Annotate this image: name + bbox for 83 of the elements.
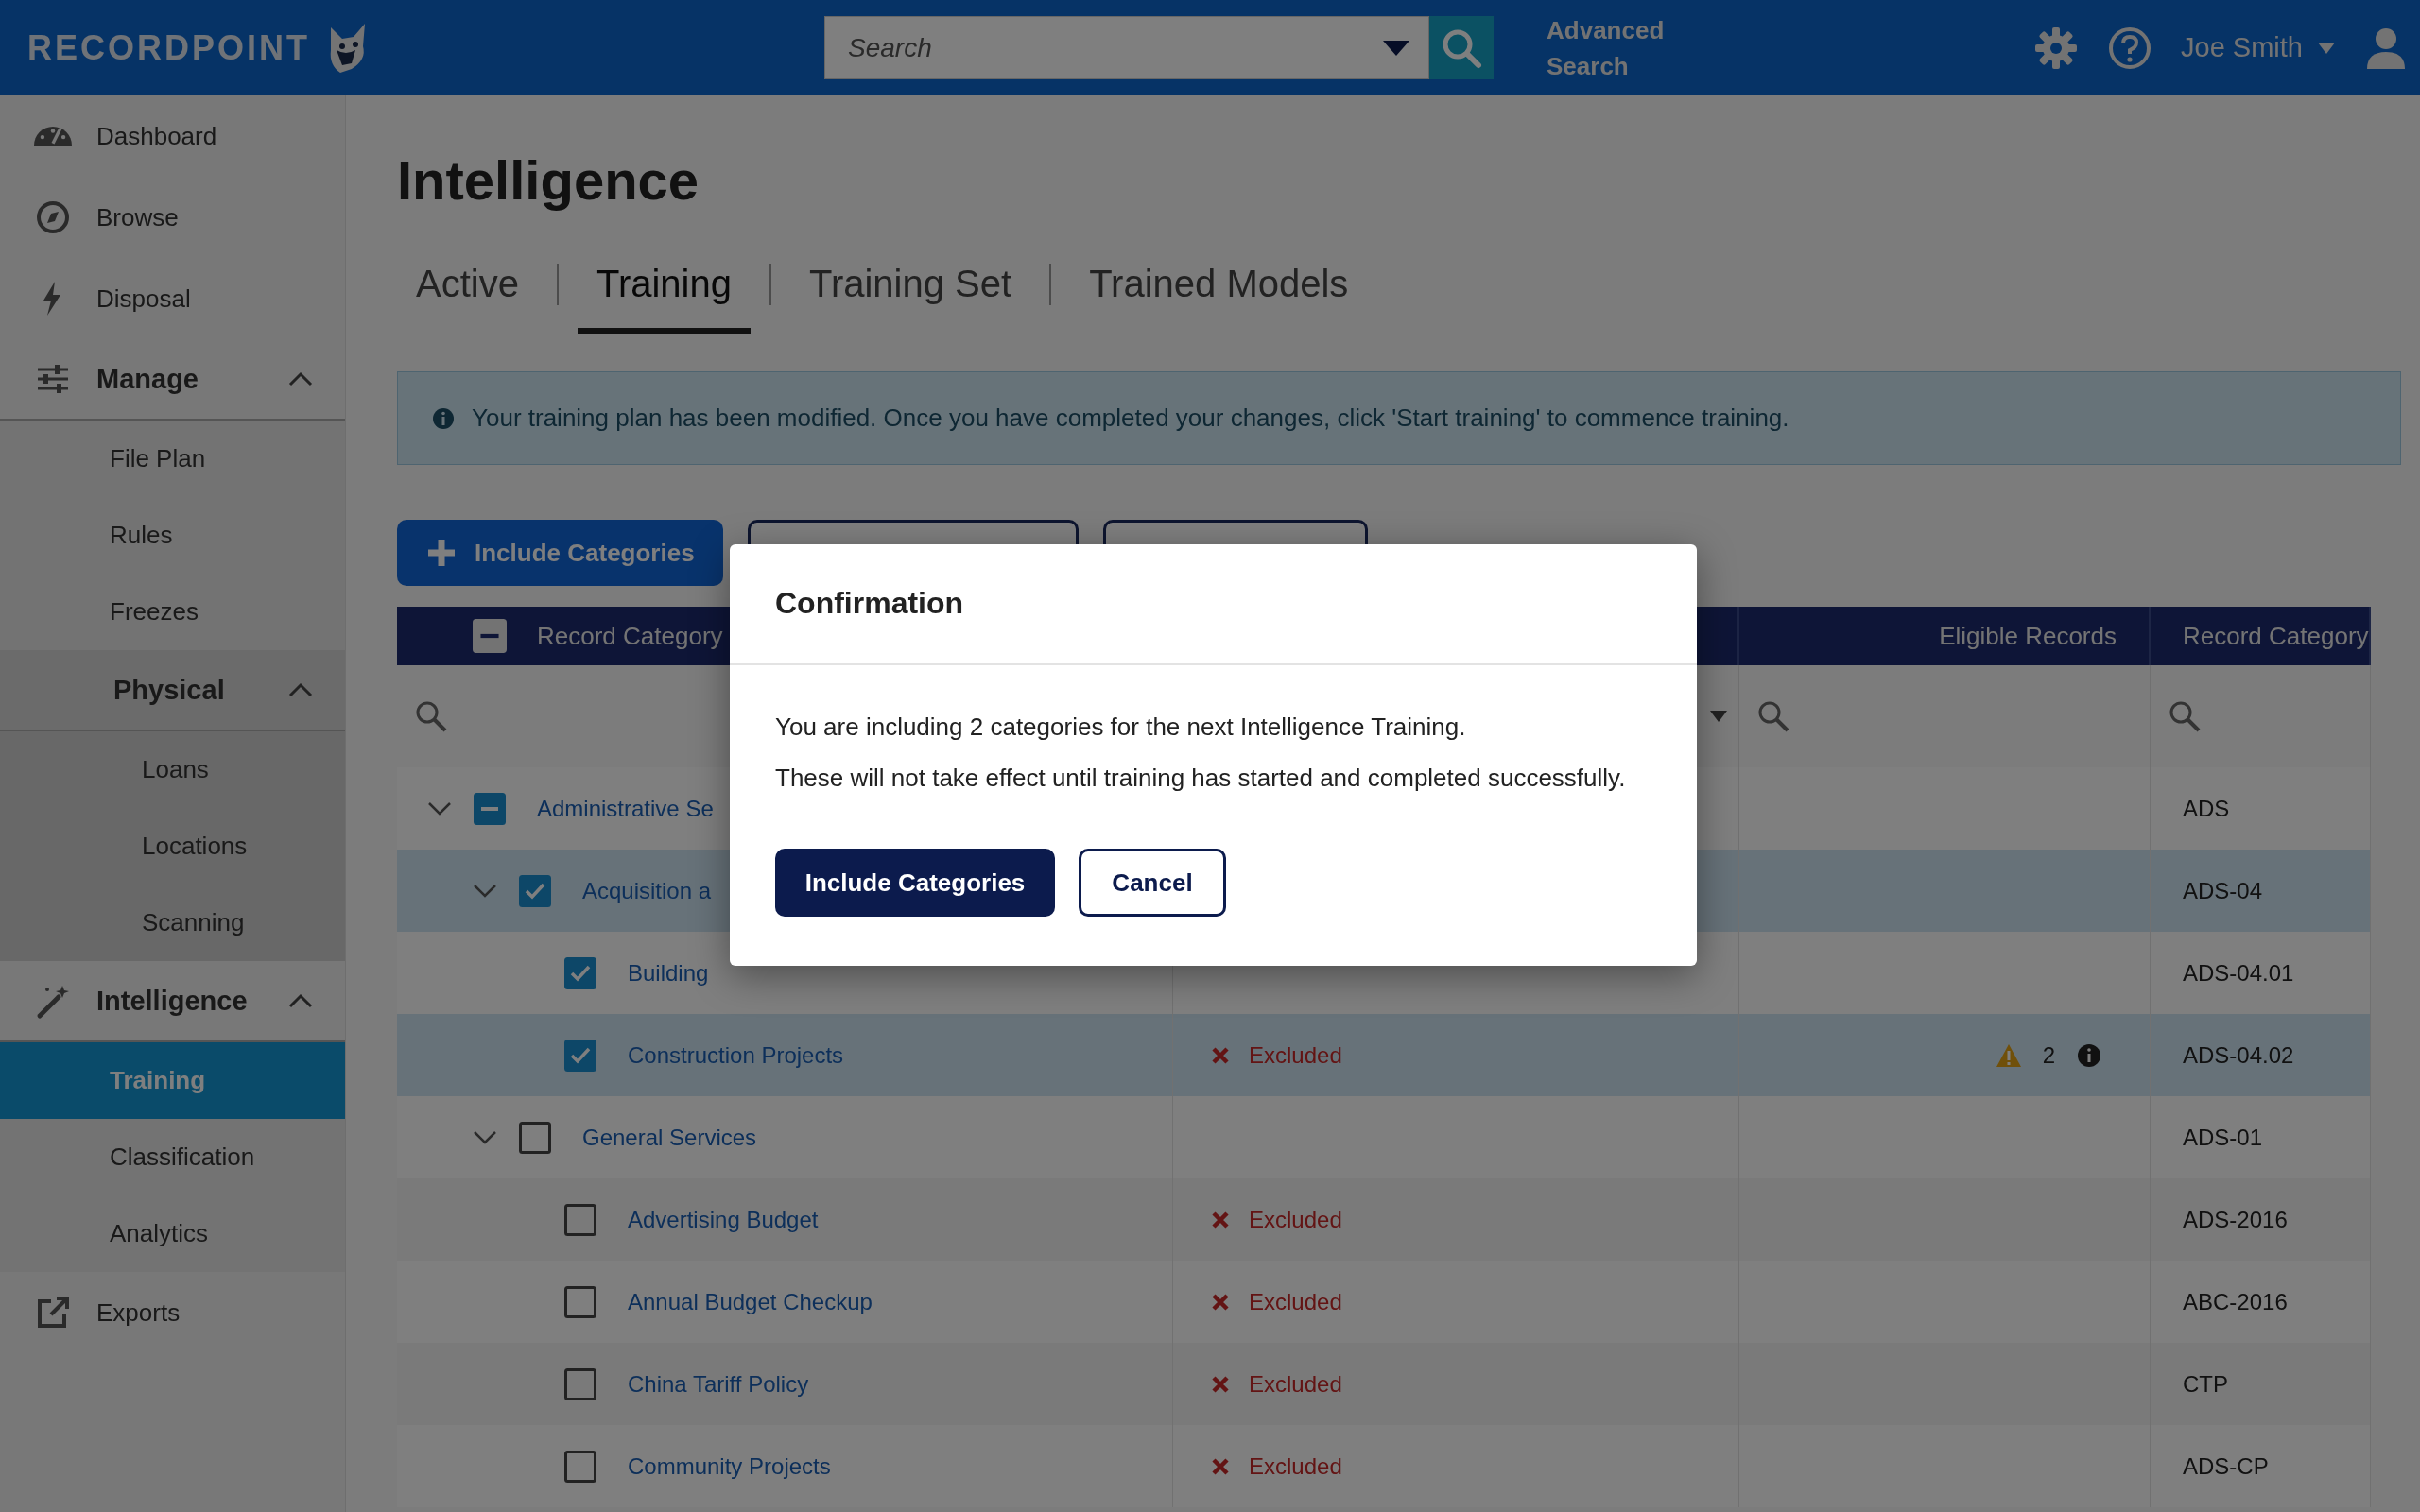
search-button[interactable] — [1429, 16, 1494, 79]
settings-icon[interactable] — [2033, 25, 2080, 71]
sidebar-item[interactable]: Dashboard — [0, 95, 345, 177]
column-header[interactable]: Record Category — [2183, 621, 2369, 651]
tab[interactable]: Training — [577, 253, 751, 334]
chevron-down-icon[interactable] — [473, 1129, 497, 1145]
dialog-message: You are including 2 categories for the next Intelligence Training. — [775, 712, 1467, 743]
cross-icon — [1211, 1292, 1230, 1312]
info-icon — [432, 406, 455, 430]
checkbox[interactable] — [474, 792, 506, 825]
chevron-up-icon — [288, 371, 313, 387]
include-categories-button[interactable]: Include Categories — [397, 520, 723, 586]
category-link[interactable]: Building — [628, 959, 709, 987]
cross-icon — [1211, 1456, 1230, 1476]
compass-icon — [34, 198, 72, 236]
chevron-up-icon — [288, 993, 313, 1008]
checkbox[interactable] — [564, 1203, 596, 1236]
checkbox[interactable] — [519, 874, 551, 907]
category-link[interactable]: Construction Projects — [628, 1041, 844, 1069]
sidebar-item[interactable]: Analytics — [0, 1195, 345, 1272]
checkbox[interactable] — [519, 1121, 551, 1154]
page-title: Intelligence — [397, 148, 700, 212]
category-link[interactable]: Administrative Se — [537, 795, 714, 822]
column-header[interactable]: Record Category — [537, 621, 723, 651]
cross-icon — [1211, 1210, 1230, 1229]
warning-count: 2 — [2042, 1041, 2055, 1069]
warning-icon — [1995, 1042, 2022, 1068]
sidebar-item[interactable]: Loans — [0, 731, 345, 808]
tab[interactable]: Trained Models — [1070, 253, 1368, 334]
category-link[interactable]: Acquisition a — [582, 877, 712, 904]
select-all-checkbox[interactable] — [473, 619, 507, 653]
sidebar-item[interactable]: Disposal — [0, 258, 345, 339]
status-label: Excluded — [1249, 1370, 1342, 1398]
sidebar-item[interactable]: Browse — [0, 177, 345, 258]
sidebar-item[interactable]: Freezes — [0, 574, 345, 650]
checkbox[interactable] — [564, 956, 596, 989]
search-icon[interactable] — [1756, 699, 1790, 733]
info-icon[interactable] — [2076, 1042, 2102, 1068]
category-link[interactable]: Annual Budget Checkup — [628, 1288, 873, 1315]
status-label: Excluded — [1249, 1206, 1342, 1233]
category-link[interactable]: Advertising Budget — [628, 1206, 819, 1233]
cross-icon — [1211, 1045, 1230, 1065]
user-menu[interactable]: Joe Smith — [2181, 32, 2335, 63]
category-link[interactable]: China Tariff Policy — [628, 1370, 809, 1398]
chevron-down-icon[interactable] — [473, 883, 497, 899]
help-icon[interactable] — [2107, 25, 2153, 71]
status-label: Excluded — [1249, 1041, 1342, 1069]
checkbox[interactable] — [564, 1450, 596, 1483]
banner-message: Your training plan has been modified. Once you have completed your changes, click 'Start training' to commence training. — [472, 404, 1789, 433]
status-label: Excluded — [1249, 1288, 1342, 1315]
caret-icon — [2318, 42, 2335, 54]
checkbox[interactable] — [564, 1039, 596, 1072]
category-link[interactable]: Community Projects — [628, 1452, 831, 1480]
sidebar-item[interactable]: Classification — [0, 1119, 345, 1195]
sidebar-item[interactable]: Scanning — [0, 885, 345, 961]
advanced-search-link[interactable]: Advanced Search — [1547, 11, 1688, 84]
sidebar-section-toggle[interactable]: Physical — [0, 650, 345, 731]
tab[interactable]: Training Set — [789, 253, 1031, 334]
dialog-title: Confirmation — [730, 544, 1697, 665]
chevron-down-icon[interactable] — [427, 800, 452, 816]
confirm-button[interactable]: Include Categories — [775, 849, 1055, 917]
dashboard-gauge-icon — [34, 125, 72, 147]
sidebar-item[interactable]: Rules — [0, 497, 345, 574]
chevron-up-icon — [288, 682, 313, 697]
search-icon[interactable] — [2168, 699, 2202, 733]
table-cell: ADS-CP — [2151, 1425, 2371, 1507]
sidebar-item[interactable]: Locations — [0, 808, 345, 885]
tab[interactable]: Active — [397, 253, 538, 334]
dialog-message: These will not take effect until training has started and completed successfully. — [775, 763, 1627, 794]
sidebar-item[interactable]: Exports — [0, 1272, 345, 1353]
column-header[interactable]: Eligible Records — [1939, 621, 2117, 651]
cancel-button[interactable]: Cancel — [1079, 849, 1226, 917]
search-icon[interactable] — [414, 699, 448, 733]
sidebar-item[interactable]: Training — [0, 1042, 345, 1119]
status-label: Excluded — [1249, 1452, 1342, 1480]
checkbox[interactable] — [564, 1367, 596, 1400]
checkbox[interactable] — [564, 1285, 596, 1318]
logo-text: RECORDPOINT — [27, 27, 310, 68]
plus-icon — [425, 537, 458, 569]
cross-icon — [1211, 1374, 1230, 1394]
sidebar-item[interactable]: File Plan — [0, 421, 345, 497]
category-link[interactable]: General Services — [582, 1124, 757, 1151]
caret-icon[interactable] — [1710, 711, 1727, 722]
